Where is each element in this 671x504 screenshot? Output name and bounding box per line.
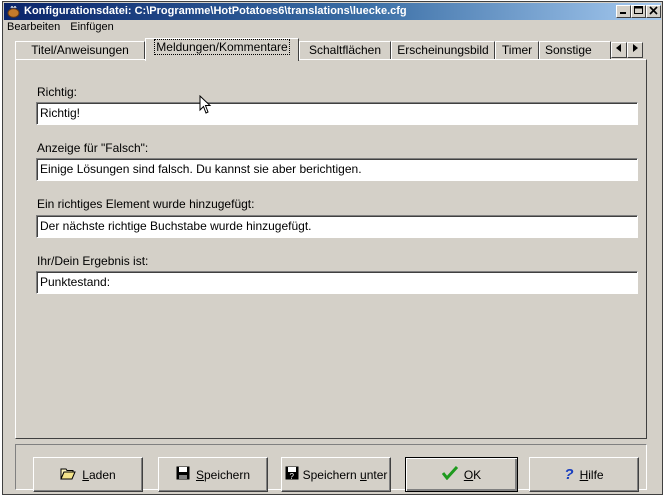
tab-label: Erscheinungsbild xyxy=(397,43,489,57)
tab-schaltflaechen[interactable]: Schaltflächen xyxy=(299,41,391,60)
tab-label: Timer xyxy=(501,43,533,57)
tab-meldungen-kommentare[interactable]: Meldungen/Kommentare xyxy=(145,38,299,61)
minimize-icon xyxy=(620,12,626,14)
tab-label: Sonstige xyxy=(545,43,592,57)
help-button[interactable]: ? Hilfe xyxy=(529,457,639,492)
floppy-disk-icon xyxy=(176,466,190,483)
close-icon xyxy=(649,6,658,15)
hotpotatoes-app-icon xyxy=(7,6,20,18)
tab-label: Titel/Anweisungen xyxy=(31,43,129,57)
ok-button-label: OK xyxy=(463,467,482,482)
tab-scroll-left-button[interactable] xyxy=(611,42,627,58)
save-as-icon: ? xyxy=(285,466,299,483)
arrow-right-icon xyxy=(633,44,638,52)
save-button[interactable]: Speichern xyxy=(158,457,268,492)
tab-sonstige[interactable]: Sonstige xyxy=(539,41,611,60)
falsch-input[interactable]: Einige Lösungen sind falsch. Du kannst s… xyxy=(36,158,638,181)
save-as-button[interactable]: ? Speichern unter xyxy=(281,457,391,492)
tab-label: Meldungen/Kommentare xyxy=(154,39,290,55)
folder-open-icon xyxy=(60,467,77,483)
field-label-element-hinzugefuegt: Ein richtiges Element wurde hinzugefügt: xyxy=(37,197,255,211)
field-label-falsch: Anzeige für "Falsch": xyxy=(37,141,149,155)
tab-label: Schaltflächen xyxy=(308,43,382,57)
richtig-input[interactable]: Richtig! xyxy=(36,102,638,125)
close-button[interactable] xyxy=(646,5,661,18)
element-hinzugefuegt-input[interactable]: Der nächste richtige Buchstabe wurde hin… xyxy=(36,215,638,238)
save-button-label: Speichern xyxy=(195,467,251,482)
ergebnis-input[interactable]: Punktestand: xyxy=(36,271,638,294)
tab-strip: Titel/Anweisungen Meldungen/Kommentare S… xyxy=(15,38,647,61)
menu-bar: Bearbeiten Einfügen xyxy=(7,20,121,35)
checkmark-icon xyxy=(441,465,458,483)
ok-button[interactable]: OK xyxy=(405,457,518,492)
load-button-label: Laden xyxy=(82,467,116,482)
save-as-button-label: Speichern unter xyxy=(302,467,388,482)
arrow-left-icon xyxy=(616,44,621,52)
tab-scroll-right-button[interactable] xyxy=(627,42,643,58)
maximize-icon xyxy=(634,6,643,14)
window-title: Konfigurationsdatei: C:\Programme\HotPot… xyxy=(24,5,407,17)
tab-titel-anweisungen[interactable]: Titel/Anweisungen xyxy=(15,41,145,60)
load-button[interactable]: Laden xyxy=(33,457,143,492)
menu-einfuegen[interactable]: Einfügen xyxy=(70,21,113,33)
tab-erscheinungsbild[interactable]: Erscheinungsbild xyxy=(391,41,495,60)
mouse-pointer-icon xyxy=(199,95,212,114)
svg-text:?: ? xyxy=(289,472,294,480)
help-button-label: Hilfe xyxy=(579,467,604,482)
tab-panel: Richtig: Richtig! Anzeige für "Falsch": … xyxy=(15,59,647,439)
config-window: Konfigurationsdatei: C:\Programme\HotPot… xyxy=(2,1,663,495)
help-question-icon: ? xyxy=(564,466,574,483)
field-label-richtig: Richtig: xyxy=(37,85,78,99)
tab-timer[interactable]: Timer xyxy=(495,41,539,60)
field-label-ergebnis: Ihr/Dein Ergebnis ist: xyxy=(37,254,149,268)
menu-bearbeiten[interactable]: Bearbeiten xyxy=(7,21,60,33)
title-bar[interactable]: Konfigurationsdatei: C:\Programme\HotPot… xyxy=(4,3,661,20)
minimize-button[interactable] xyxy=(616,5,631,18)
maximize-button[interactable] xyxy=(631,5,646,18)
